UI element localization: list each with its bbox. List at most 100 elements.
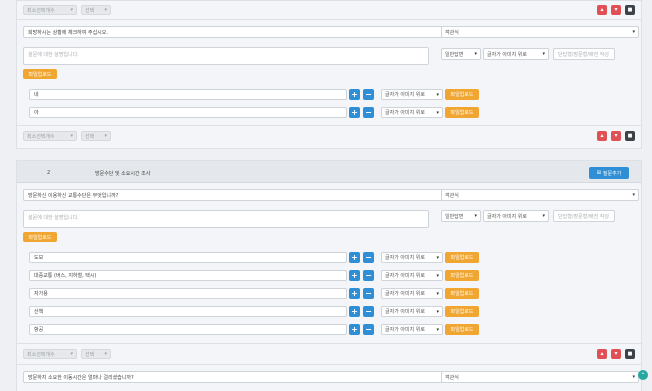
- question-type-value: 객관식: [445, 192, 459, 199]
- expand-button[interactable]: ▾: [611, 5, 621, 15]
- unit-input[interactable]: 단답형/장문형/배전 작성: [553, 210, 615, 222]
- max-select-dropdown[interactable]: 선택 ▾: [81, 5, 111, 15]
- option-char-position-value: 글자가 아미지 위로: [385, 110, 425, 116]
- question-input[interactable]: 희망하시는 상황에 체크하여 주십시오.: [23, 26, 446, 38]
- section-card-2: 2 방문수단 및 소요시간 조사 ⊞ 질문추가 방문하신 이용하신 교통수단은 무…: [16, 160, 642, 391]
- remove-option-button[interactable]: −: [363, 288, 374, 299]
- char-position-select[interactable]: 글자가 아미지 위로 ▾: [483, 210, 549, 222]
- chevron-down-icon: ▾: [104, 133, 107, 139]
- option-char-position-select[interactable]: 글자가 아미지 위로 ▾: [381, 252, 443, 263]
- option-input[interactable]: 네: [29, 89, 347, 100]
- chevron-down-icon: ▾: [632, 374, 635, 380]
- option-value: 네: [34, 92, 39, 98]
- option-input[interactable]: 대중교통 (버스, 지하철, 택시): [29, 270, 347, 281]
- expand-button[interactable]: ▾: [611, 131, 621, 141]
- delete-button[interactable]: ■: [625, 349, 635, 359]
- min-select-label: 최소선택개수: [27, 7, 55, 14]
- option-input[interactable]: 자가용: [29, 288, 347, 299]
- option-upload-label: 파일업로드: [450, 110, 474, 116]
- option-upload-label: 파일업로드: [450, 92, 474, 98]
- chevron-down-icon: ▾: [436, 290, 439, 297]
- question-input[interactable]: 방문하지 소요한 이동시간은 얼마나 걸리셨습니까?: [23, 371, 443, 383]
- add-option-button[interactable]: +: [349, 252, 360, 263]
- min-select-label: 최소선택개수: [27, 351, 55, 358]
- min-select-dropdown[interactable]: 최소선택개수 ▾: [23, 131, 77, 141]
- option-value: 자가용: [34, 291, 48, 297]
- option-value: 산책: [34, 309, 44, 315]
- max-select-dropdown[interactable]: 선택 ▾: [81, 131, 111, 141]
- scroll-to-top-button[interactable]: ⌃: [638, 370, 648, 380]
- option-char-position-select[interactable]: 글자가 아미지 위로 ▾: [381, 89, 443, 100]
- option-upload-button[interactable]: 파일업로드: [445, 89, 479, 100]
- divider: [17, 125, 641, 126]
- answer-type-select[interactable]: 일반답변 ▾: [441, 210, 481, 222]
- description-placeholder: 설문에 대한 설명입니다.: [28, 52, 79, 58]
- option-input[interactable]: 산책: [29, 306, 347, 317]
- delete-button[interactable]: ■: [625, 5, 635, 15]
- section-title: 방문수단 및 소요시간 조사: [95, 171, 151, 177]
- min-select-dropdown[interactable]: 최소선택개수 ▾: [23, 349, 77, 359]
- answer-type-select[interactable]: 일반답변 ▾: [441, 48, 481, 60]
- question-input[interactable]: 방문하신 이용하신 교통수단은 무엇입니까?: [23, 189, 443, 201]
- max-select-label: 선택: [85, 7, 95, 14]
- unit-input[interactable]: 단답형/장문형/배전 작성: [553, 48, 615, 60]
- remove-option-button[interactable]: −: [363, 324, 374, 335]
- option-input[interactable]: 도보: [29, 252, 347, 263]
- remove-option-button[interactable]: −: [363, 89, 374, 100]
- add-option-button[interactable]: +: [349, 306, 360, 317]
- option-char-position-select[interactable]: 글자가 아미지 위로 ▾: [381, 324, 443, 335]
- option-upload-button[interactable]: 파일업로드: [445, 288, 479, 299]
- option-char-position-select[interactable]: 글자가 아미지 위로 ▾: [381, 306, 443, 317]
- file-upload-button[interactable]: 파일업로드: [23, 69, 57, 79]
- remove-option-button[interactable]: −: [363, 270, 374, 281]
- max-select-dropdown[interactable]: 선택 ▾: [81, 349, 111, 359]
- option-value: 도보: [34, 255, 44, 261]
- option-char-position-select[interactable]: 글자가 아미지 위로 ▾: [381, 288, 443, 299]
- option-char-position-select[interactable]: 글자가 아미지 위로 ▾: [381, 107, 443, 118]
- option-upload-button[interactable]: 파일업로드: [445, 306, 479, 317]
- plus-icon: +: [351, 270, 358, 280]
- collapse-button[interactable]: ▴: [597, 5, 607, 15]
- min-select-dropdown[interactable]: 최소선택개수 ▾: [23, 5, 77, 15]
- option-char-position-select[interactable]: 글자가 아미지 위로 ▾: [381, 270, 443, 281]
- trash-icon: ■: [627, 351, 633, 357]
- add-option-button[interactable]: +: [349, 270, 360, 281]
- option-input[interactable]: 항공: [29, 324, 347, 335]
- file-upload-label: 파일업로드: [28, 71, 52, 78]
- remove-option-button[interactable]: −: [363, 107, 374, 118]
- file-upload-button[interactable]: 파일업로드: [23, 232, 57, 242]
- add-option-button[interactable]: +: [349, 288, 360, 299]
- add-option-button[interactable]: +: [349, 89, 360, 100]
- option-upload-button[interactable]: 파일업로드: [445, 252, 479, 263]
- question-text: 방문하신 이용하신 교통수단은 무엇입니까?: [28, 192, 119, 199]
- remove-option-button[interactable]: −: [363, 306, 374, 317]
- option-char-position-value: 글자가 아미지 위로: [385, 291, 425, 297]
- expand-button[interactable]: ▾: [611, 349, 621, 359]
- collapse-button[interactable]: ▴: [597, 349, 607, 359]
- add-option-button[interactable]: +: [349, 324, 360, 335]
- chevron-down-icon: ▾: [436, 308, 439, 315]
- unit-placeholder: 단답형/장문형/배전 작성: [558, 51, 609, 58]
- remove-option-button[interactable]: −: [363, 252, 374, 263]
- add-option-button[interactable]: +: [349, 107, 360, 118]
- divider: [17, 343, 641, 344]
- question-type-select[interactable]: 객관식 ▾: [441, 189, 639, 201]
- option-upload-button[interactable]: 파일업로드: [445, 324, 479, 335]
- char-position-select[interactable]: 글자가 아미지 위로 ▾: [483, 48, 549, 60]
- question-type-select[interactable]: 객관식 ▾: [441, 371, 639, 383]
- description-textarea[interactable]: 설문에 대한 설명입니다.: [23, 210, 429, 228]
- chevron-down-icon: ▾: [474, 51, 477, 57]
- option-input[interactable]: 아: [29, 107, 347, 118]
- expand-icon: ▾: [614, 350, 618, 357]
- option-upload-label: 파일업로드: [450, 255, 474, 261]
- chevron-down-icon: ▾: [632, 29, 635, 35]
- option-upload-button[interactable]: 파일업로드: [445, 270, 479, 281]
- option-upload-button[interactable]: 파일업로드: [445, 107, 479, 118]
- option-char-position-value: 글자가 아미지 위로: [385, 273, 425, 279]
- option-char-position-value: 글자가 아미지 위로: [385, 92, 425, 98]
- add-question-button[interactable]: ⊞ 질문추가: [589, 167, 629, 179]
- delete-button[interactable]: ■: [625, 131, 635, 141]
- description-textarea[interactable]: 설문에 대한 설명입니다.: [23, 47, 429, 65]
- collapse-button[interactable]: ▴: [597, 131, 607, 141]
- question-type-select[interactable]: 객관식 ▾: [441, 26, 639, 38]
